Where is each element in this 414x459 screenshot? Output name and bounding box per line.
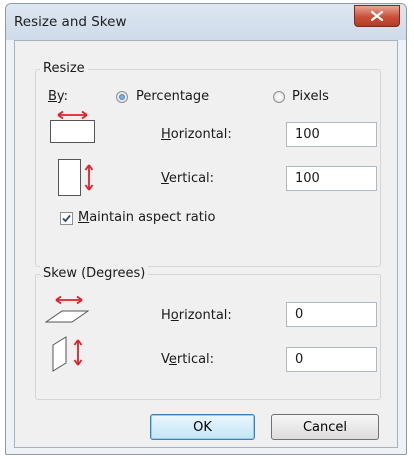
maintain-aspect-label[interactable]: Maintain aspect ratio [78, 210, 215, 225]
skew-horizontal-icon [45, 295, 89, 323]
resize-vertical-icon [58, 159, 94, 196]
resize-horizontal-label: Horizontal: [161, 127, 232, 142]
close-button[interactable] [354, 5, 400, 27]
skew-horizontal-input[interactable]: 0 [286, 302, 377, 327]
resize-horizontal-input[interactable]: 100 [286, 122, 377, 147]
skew-group-label: Skew (Degrees) [40, 266, 149, 281]
resize-vertical-label: Vertical: [161, 171, 215, 186]
resize-vertical-input[interactable]: 100 [286, 166, 377, 191]
ok-button[interactable]: OK [150, 414, 255, 440]
resize-horizontal-icon [50, 110, 95, 143]
title-bar[interactable]: Resize and Skew [6, 4, 406, 40]
resize-group-label: Resize [40, 61, 88, 76]
pixels-radio[interactable] [273, 91, 285, 103]
skew-vertical-input[interactable]: 0 [286, 347, 377, 372]
maintain-aspect-checkbox[interactable] [60, 212, 73, 225]
skew-vertical-icon [52, 336, 83, 372]
window-title: Resize and Skew [14, 14, 127, 30]
cancel-button[interactable]: Cancel [271, 414, 379, 440]
pixels-label[interactable]: Pixels [292, 89, 329, 104]
close-icon [371, 11, 383, 21]
percentage-label[interactable]: Percentage [136, 89, 209, 104]
by-label: By: [48, 89, 69, 104]
skew-horizontal-label: Horizontal: [161, 308, 232, 323]
percentage-radio[interactable] [116, 91, 128, 103]
dialog-body: Resize By: Percentage Pixels Horizontal:… [14, 40, 398, 448]
checkmark-icon [62, 214, 71, 223]
resize-skew-dialog: Resize and Skew Resize By: Percentage Pi… [5, 3, 407, 455]
skew-vertical-label: Vertical: [161, 352, 215, 367]
